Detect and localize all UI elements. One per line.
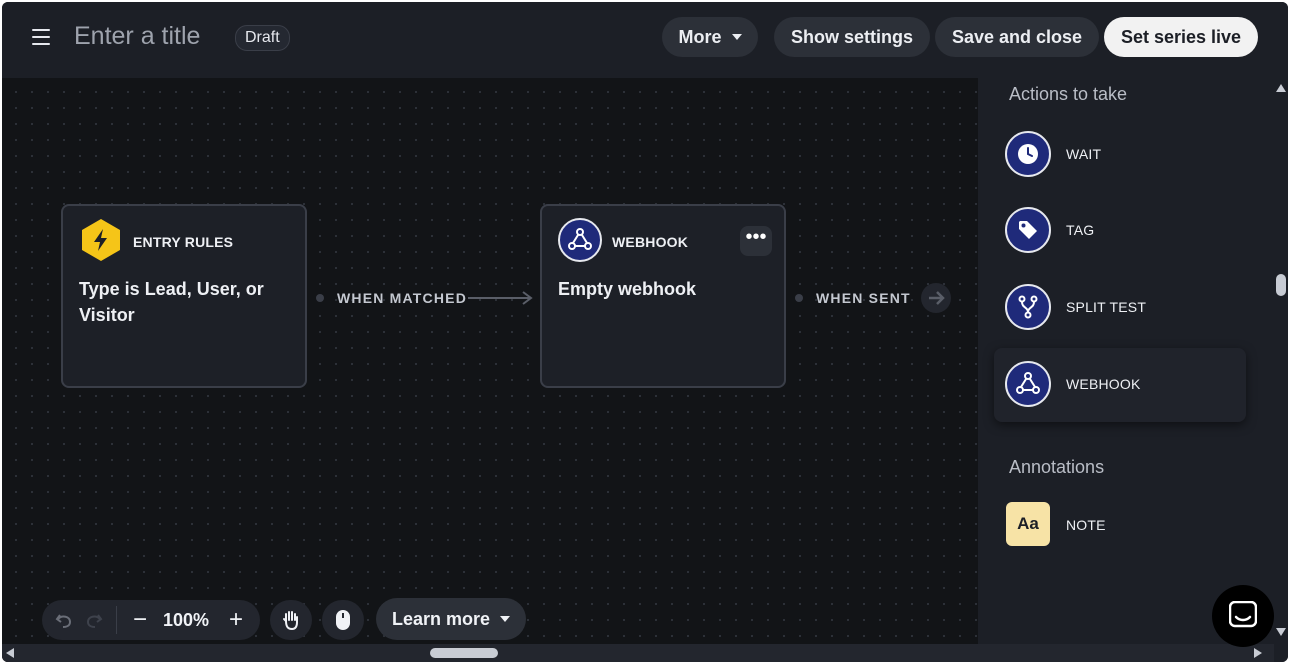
vertical-scrollbar[interactable] — [1274, 80, 1288, 640]
chat-launcher-button[interactable] — [1212, 585, 1274, 647]
webhook-icon — [558, 218, 602, 262]
action-label: SPLIT TEST — [1066, 299, 1147, 315]
zoom-in-button[interactable]: + — [222, 600, 250, 640]
chat-icon — [1229, 601, 1257, 628]
edge-label-when-sent: WHEN SENT — [816, 290, 911, 306]
status-badge: Draft — [235, 25, 290, 51]
learn-more-label: Learn more — [391, 609, 491, 629]
scroll-right-icon[interactable] — [1254, 648, 1262, 658]
clock-icon — [1005, 131, 1051, 177]
action-wait[interactable]: WAIT — [994, 118, 1246, 188]
actions-heading: Actions to take — [1009, 84, 1128, 104]
pan-mode-button[interactable] — [270, 600, 312, 640]
edge-label-when-matched: WHEN MATCHED — [337, 290, 468, 306]
node-type-label: WEBHOOK — [612, 234, 689, 250]
app-window: Enter a title Draft More Show settings S… — [2, 2, 1288, 662]
tag-icon — [1005, 207, 1051, 253]
entry-rules-node[interactable]: ENTRY RULES Type is Lead, User, or Visit… — [61, 204, 307, 388]
output-port[interactable] — [316, 294, 324, 302]
annotations-heading: Annotations — [1009, 457, 1105, 477]
zoom-level: 100% — [162, 610, 210, 630]
hand-icon — [283, 611, 298, 631]
lightning-icon — [82, 219, 120, 261]
annotation-label: NOTE — [1066, 517, 1106, 533]
series-title-input[interactable]: Enter a title — [74, 22, 200, 51]
redo-icon[interactable] — [84, 600, 104, 640]
split-icon — [1005, 284, 1051, 330]
top-bar: Enter a title Draft More Show settings S… — [2, 2, 1288, 78]
scrollbar-thumb[interactable] — [430, 648, 498, 658]
horizontal-scrollbar[interactable] — [2, 644, 1274, 662]
set-series-live-button[interactable]: Set series live — [1104, 17, 1258, 57]
action-label: WAIT — [1066, 146, 1102, 162]
annotation-note[interactable]: Aa NOTE — [994, 491, 1246, 557]
note-icon-text: Aa — [1017, 514, 1039, 533]
edge-arrow — [468, 291, 533, 305]
add-step-arrow-icon[interactable] — [920, 282, 952, 314]
scroll-down-icon[interactable] — [1276, 628, 1286, 636]
scroll-left-icon[interactable] — [6, 648, 14, 658]
action-split-test[interactable]: SPLIT TEST — [994, 271, 1246, 341]
save-and-close-button[interactable]: Save and close — [935, 17, 1099, 57]
history-zoom-toolbar: − 100% + — [42, 600, 260, 640]
webhook-node[interactable]: WEBHOOK ••• Empty webhook — [540, 204, 786, 388]
mouse-mode-button[interactable] — [322, 600, 364, 640]
mouse-icon — [336, 610, 350, 630]
node-type-label: ENTRY RULES — [133, 234, 234, 250]
webhook-icon — [1005, 361, 1051, 407]
action-label: WEBHOOK — [1066, 376, 1141, 392]
zoom-out-button[interactable]: − — [126, 600, 154, 640]
learn-more-button[interactable]: Learn more — [376, 598, 526, 640]
workflow-canvas[interactable]: ENTRY RULES Type is Lead, User, or Visit… — [2, 78, 978, 662]
chevron-down-icon — [731, 34, 742, 40]
node-description: Empty webhook — [558, 279, 697, 299]
hamburger-icon[interactable] — [32, 29, 50, 45]
divider — [116, 606, 117, 634]
node-menu-button[interactable]: ••• — [740, 226, 772, 256]
more-button[interactable]: More — [662, 17, 758, 57]
node-description: Type is Lead, User, or Visitor — [79, 279, 264, 325]
scroll-up-icon[interactable] — [1276, 84, 1286, 92]
scrollbar-thumb[interactable] — [1276, 274, 1286, 296]
undo-icon[interactable] — [54, 600, 74, 640]
output-port[interactable] — [795, 294, 803, 302]
action-webhook[interactable]: WEBHOOK — [994, 348, 1246, 422]
action-label: TAG — [1066, 222, 1095, 238]
action-tag[interactable]: TAG — [994, 194, 1246, 264]
note-icon: Aa — [1006, 502, 1050, 546]
show-settings-button[interactable]: Show settings — [774, 17, 930, 57]
actions-panel: Actions to take WAIT TAG SPLIT TEST WEBH… — [978, 78, 1288, 662]
chevron-down-icon — [500, 616, 511, 622]
more-label: More — [678, 27, 722, 47]
